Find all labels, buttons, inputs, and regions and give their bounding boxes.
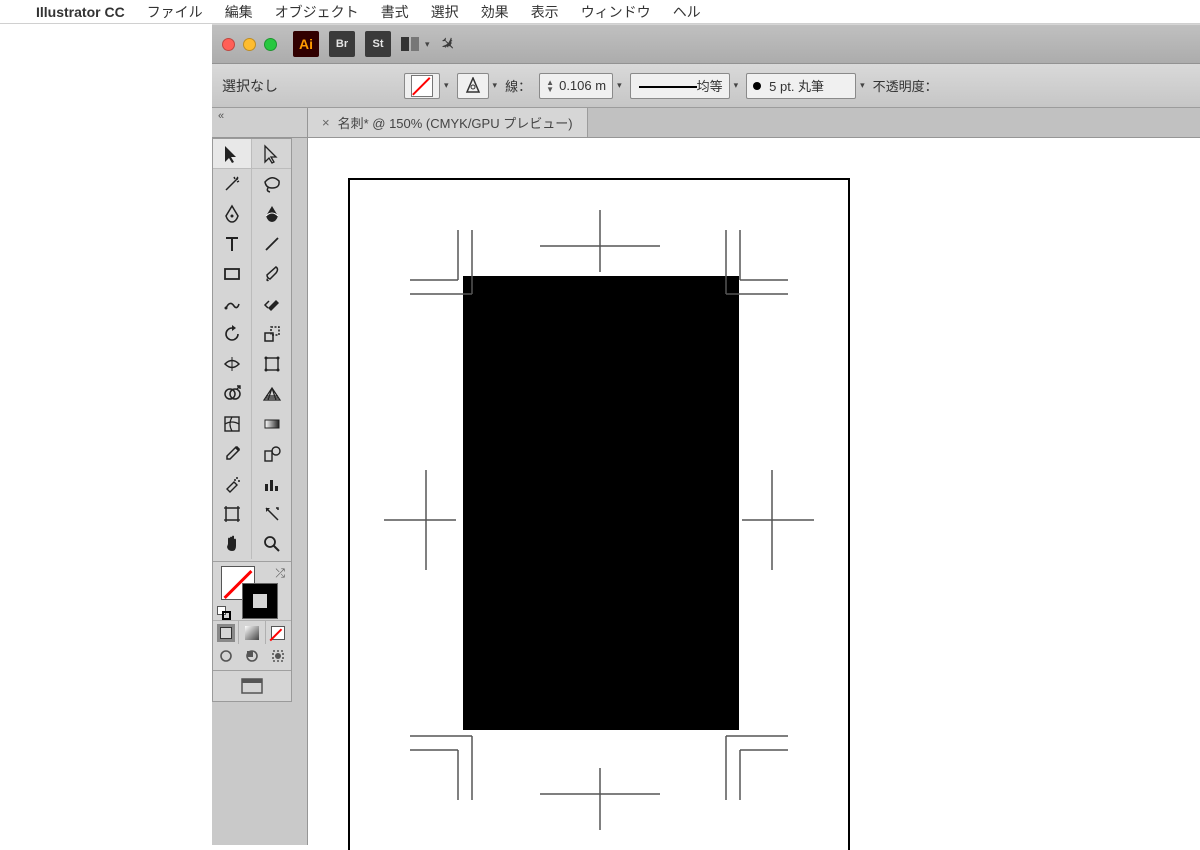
- menu-edit[interactable]: 編集: [225, 2, 253, 22]
- direct-selection-tool[interactable]: [252, 139, 291, 169]
- opacity-label: 不透明度：: [873, 76, 938, 95]
- app-window-titlebar: Ai Br St ▾ ✈: [212, 24, 1200, 64]
- line-segment-tool[interactable]: [252, 229, 291, 259]
- slice-tool[interactable]: [252, 499, 291, 529]
- type-tool[interactable]: [213, 229, 252, 259]
- mac-menubar: Illustrator CC ファイル 編集 オブジェクト 書式 選択 効果 表…: [0, 0, 1200, 24]
- menu-object[interactable]: オブジェクト: [275, 2, 359, 22]
- stroke-weight-input[interactable]: ▲▼ 0.106 m: [539, 73, 613, 99]
- menu-select[interactable]: 選択: [431, 2, 459, 22]
- rectangle-tool[interactable]: [213, 259, 252, 289]
- shape-builder-tool[interactable]: [213, 379, 252, 409]
- artboard-tool[interactable]: [213, 499, 252, 529]
- document-tab[interactable]: × 名刺* @ 150% (CMYK/GPU プレビュー): [308, 108, 588, 137]
- recolor-artwork-icon[interactable]: [457, 73, 489, 99]
- draw-behind-icon[interactable]: [239, 644, 265, 668]
- brush-label: 5 pt. 丸筆: [769, 76, 824, 95]
- gradient-mode-button[interactable]: [239, 621, 265, 644]
- variable-width-profile[interactable]: 均等: [630, 73, 730, 99]
- fill-stroke-control[interactable]: ⤮: [213, 564, 291, 620]
- app-menu[interactable]: Illustrator CC: [36, 4, 125, 20]
- menu-view[interactable]: 表示: [531, 2, 559, 22]
- close-window-button[interactable]: [222, 38, 235, 51]
- collapse-chevron-icon: «: [218, 110, 226, 122]
- menu-type[interactable]: 書式: [381, 2, 409, 22]
- draw-normal-icon[interactable]: [213, 644, 239, 668]
- minimize-window-button[interactable]: [243, 38, 256, 51]
- default-fill-stroke-icon[interactable]: [217, 606, 231, 620]
- stock-icon[interactable]: St: [365, 31, 391, 57]
- stroke-label: 線：: [505, 76, 531, 95]
- menu-help[interactable]: ヘル: [673, 2, 701, 22]
- lasso-tool[interactable]: [252, 169, 291, 199]
- arrange-documents-chevron-icon[interactable]: ▾: [425, 39, 430, 50]
- eraser-tool[interactable]: [252, 289, 291, 319]
- pen-tool[interactable]: [213, 199, 252, 229]
- column-graph-tool[interactable]: [252, 469, 291, 499]
- free-transform-tool[interactable]: [252, 349, 291, 379]
- control-bar: 選択なし ▾ ▾ 線： ▲▼ 0.106 m ▾ 均等 ▾ 5 pt. 丸筆 ▾…: [212, 64, 1200, 108]
- menu-effect[interactable]: 効果: [481, 2, 509, 22]
- selection-status: 選択なし: [222, 76, 278, 96]
- brush-chevron-icon[interactable]: ▾: [860, 80, 865, 91]
- rotate-tool[interactable]: [213, 319, 252, 349]
- bridge-icon[interactable]: Br: [329, 31, 355, 57]
- placed-black-rectangle[interactable]: [463, 276, 739, 730]
- width-tool[interactable]: [213, 349, 252, 379]
- magic-wand-tool[interactable]: [213, 169, 252, 199]
- document-tabstrip: × 名刺* @ 150% (CMYK/GPU プレビュー): [308, 108, 1200, 138]
- recolor-chevron-icon[interactable]: ▾: [493, 80, 498, 91]
- menu-file[interactable]: ファイル: [147, 2, 203, 22]
- brush-preview-icon: [753, 82, 761, 90]
- panel-collapse-handle[interactable]: «: [212, 108, 308, 138]
- brush-definition[interactable]: 5 pt. 丸筆: [746, 73, 856, 99]
- curvature-tool[interactable]: [252, 199, 291, 229]
- tools-panel: ⤮: [212, 138, 292, 702]
- profile-chevron-icon[interactable]: ▾: [734, 80, 739, 91]
- fill-dropdown-chevron-icon[interactable]: ▾: [444, 80, 449, 91]
- perspective-grid-tool[interactable]: [252, 379, 291, 409]
- change-screen-mode-icon[interactable]: [213, 673, 291, 701]
- document-tab-title: 名刺* @ 150% (CMYK/GPU プレビュー): [338, 113, 573, 132]
- stroke-weight-value: 0.106 m: [559, 78, 606, 93]
- draw-inside-icon[interactable]: [265, 644, 291, 668]
- profile-label: 均等: [697, 76, 723, 95]
- selection-tool[interactable]: [213, 139, 252, 169]
- illustrator-home-icon[interactable]: Ai: [293, 31, 319, 57]
- hand-tool[interactable]: [213, 529, 252, 559]
- symbol-sprayer-tool[interactable]: [213, 469, 252, 499]
- stroke-box[interactable]: [243, 584, 277, 618]
- close-tab-icon[interactable]: ×: [322, 115, 330, 130]
- artboard[interactable]: [350, 180, 848, 850]
- gradient-tool[interactable]: [252, 409, 291, 439]
- shaper-tool[interactable]: [213, 289, 252, 319]
- none-mode-button[interactable]: [266, 621, 291, 644]
- fill-color-swatch[interactable]: [404, 73, 440, 99]
- menu-window[interactable]: ウィンドウ: [581, 2, 651, 22]
- gpu-performance-icon[interactable]: ✈: [434, 31, 460, 57]
- zoom-tool[interactable]: [252, 529, 291, 559]
- scale-tool[interactable]: [252, 319, 291, 349]
- swap-fill-stroke-icon[interactable]: ⤮: [275, 566, 285, 581]
- window-controls: [222, 38, 277, 51]
- mesh-tool[interactable]: [213, 409, 252, 439]
- stroke-weight-chevron-icon[interactable]: ▾: [617, 80, 622, 91]
- eyedropper-tool[interactable]: [213, 439, 252, 469]
- canvas[interactable]: [308, 138, 1200, 845]
- arrange-documents-icon[interactable]: [401, 37, 419, 51]
- paintbrush-tool[interactable]: [252, 259, 291, 289]
- color-mode-button[interactable]: [213, 621, 239, 644]
- zoom-window-button[interactable]: [264, 38, 277, 51]
- blend-tool[interactable]: [252, 439, 291, 469]
